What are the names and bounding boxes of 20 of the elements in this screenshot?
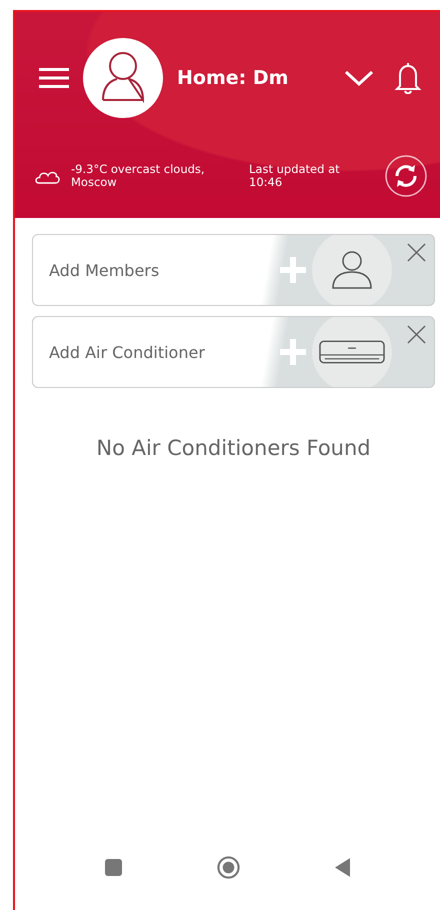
- menu-icon[interactable]: [39, 67, 69, 89]
- add-card[interactable]: Add Members: [32, 234, 435, 306]
- close-icon[interactable]: [407, 243, 426, 262]
- bell-icon[interactable]: [394, 62, 422, 94]
- close-icon[interactable]: [407, 325, 426, 344]
- home-icon[interactable]: [217, 856, 240, 878]
- plus-icon: [280, 257, 306, 283]
- refresh-icon[interactable]: [384, 154, 428, 198]
- person-icon: [330, 250, 374, 290]
- avatar-icon[interactable]: [83, 38, 163, 118]
- weather-text: -9.3°C overcast clouds, Moscow: [71, 162, 206, 190]
- recents-icon[interactable]: [105, 858, 122, 876]
- air-conditioner-icon: [319, 340, 385, 364]
- home-title: Home: Dm: [177, 67, 290, 89]
- chevron-down-icon[interactable]: [344, 69, 374, 87]
- back-icon[interactable]: [335, 858, 350, 876]
- add-card[interactable]: Add Air Conditioner: [32, 316, 435, 388]
- plus-icon: [280, 339, 306, 365]
- last-updated-text: Last updated at 10:46: [249, 162, 341, 190]
- empty-message: No Air Conditioners Found: [95, 436, 372, 460]
